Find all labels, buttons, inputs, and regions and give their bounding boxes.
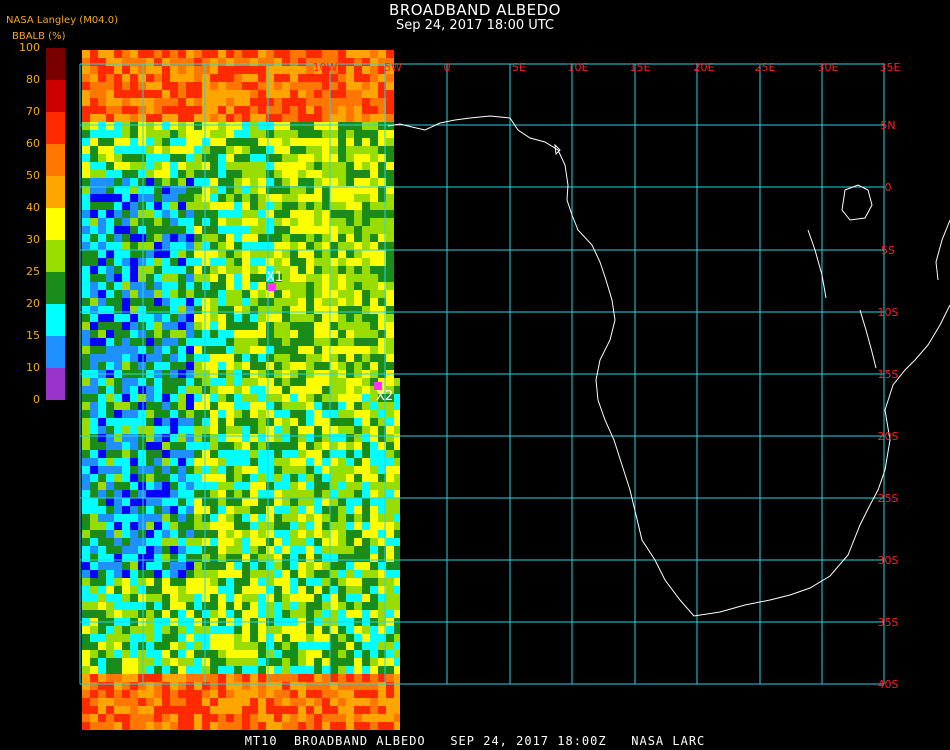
longitude-label: 5W [384, 61, 402, 74]
longitude-label: 25E [755, 61, 776, 74]
longitude-label: 30E [818, 61, 839, 74]
lake-victoria-outline [841, 184, 873, 221]
satellite-image-viewer: BROADBAND ALBEDO Sep 24, 2017 18:00 UTC … [0, 0, 950, 750]
marker-label: X2 [376, 389, 393, 404]
latitude-label: 5N [880, 119, 895, 132]
albedo-swath [82, 50, 400, 730]
longitude-label: 5E [512, 61, 526, 74]
lake-malawi-outline [859, 309, 877, 369]
lake-tanganyika-outline [807, 229, 827, 299]
latitude-label: 40S [878, 678, 899, 691]
longitude-label: 20E [694, 61, 715, 74]
grid-labels: 10W 5W 0 5E 10E 15E 20E 25E 30E 35E 5N 0 5S 10S 15S 20S… [313, 61, 901, 691]
footer-caption: MT10 BROADBAND ALBEDO SEP 24, 2017 18:00… [244, 734, 706, 748]
longitude-label: 0 [444, 61, 451, 74]
longitude-label: 15E [630, 61, 651, 74]
latitude-label: 5S [881, 244, 895, 257]
latitude-label: 35S [878, 616, 899, 629]
albedo-map[interactable]: 10W 5W 0 5E 10E 15E 20E 25E 30E 35E 5N 0 5S 10S 15S 20S… [0, 0, 950, 750]
longitude-label: 10E [568, 61, 589, 74]
latitude-label: 30S [878, 554, 899, 567]
madagascar-outline [935, 219, 950, 281]
coastline [387, 115, 950, 617]
latitude-label: 15S [878, 368, 899, 381]
longitude-label: 10W [313, 61, 338, 74]
latitude-label: 20S [878, 430, 899, 443]
marker-label: X1 [266, 270, 283, 285]
latitude-label: 0 [885, 181, 892, 194]
latitude-label: 25S [878, 492, 899, 505]
longitude-label: 35E [880, 61, 901, 74]
latitude-label: 10S [878, 306, 899, 319]
